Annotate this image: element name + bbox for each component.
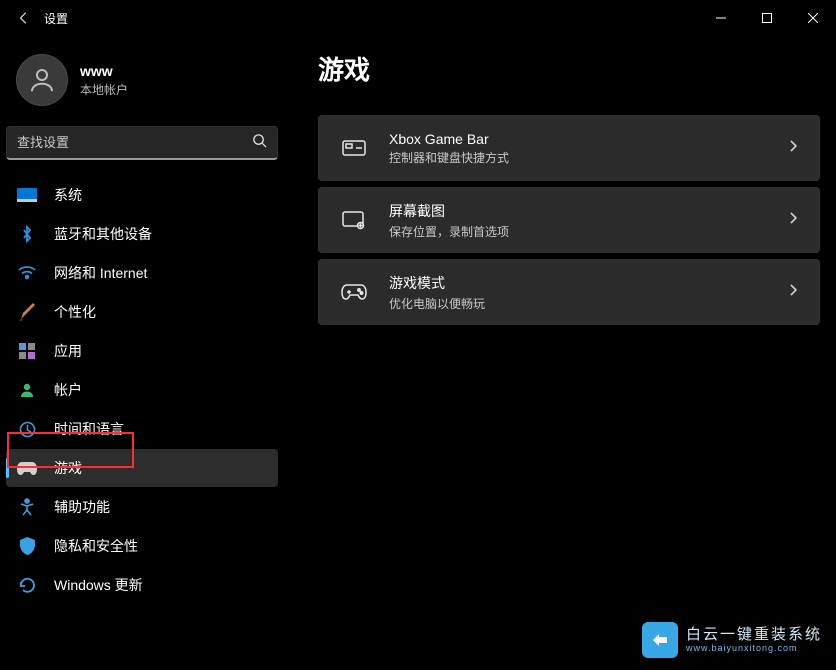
- chevron-right-icon: [789, 139, 797, 157]
- sidebar-item-windows-update[interactable]: Windows 更新: [6, 566, 278, 604]
- sidebar-item-label: 应用: [54, 341, 82, 361]
- card-xbox-game-bar[interactable]: Xbox Game Bar 控制器和键盘快捷方式: [318, 115, 820, 181]
- card-title: 游戏模式: [389, 273, 485, 293]
- sidebar-item-privacy[interactable]: 隐私和安全性: [6, 527, 278, 565]
- sidebar-item-gaming[interactable]: 游戏: [6, 449, 278, 487]
- sidebar-item-label: 蓝牙和其他设备: [54, 224, 152, 244]
- sidebar-item-personalization[interactable]: 个性化: [6, 293, 278, 331]
- sidebar-item-label: 时间和语言: [54, 419, 124, 439]
- account-type: 本地帐户: [80, 81, 128, 98]
- apps-icon: [16, 340, 38, 362]
- captures-icon: [341, 207, 367, 233]
- account-icon: [16, 379, 38, 401]
- card-subtitle: 保存位置，录制首选项: [389, 223, 509, 240]
- user-profile[interactable]: www 本地帐户: [6, 48, 284, 124]
- maximize-button[interactable]: [744, 3, 790, 33]
- chevron-right-icon: [789, 211, 797, 229]
- sidebar-item-label: 辅助功能: [54, 497, 110, 517]
- nav-list: 系统 蓝牙和其他设备 网络和 Internet 个性化: [6, 176, 284, 604]
- watermark-text-en: www.baiyunxitong.com: [686, 643, 822, 653]
- wifi-icon: [16, 262, 38, 284]
- window-controls: [698, 3, 836, 33]
- title-bar: 设置: [0, 0, 836, 36]
- sidebar-item-label: Windows 更新: [54, 575, 143, 595]
- avatar: [16, 54, 68, 106]
- accessibility-icon: [16, 496, 38, 518]
- bluetooth-icon: [16, 223, 38, 245]
- card-subtitle: 控制器和键盘快捷方式: [389, 149, 509, 166]
- sidebar-item-accessibility[interactable]: 辅助功能: [6, 488, 278, 526]
- sidebar-item-network[interactable]: 网络和 Internet: [6, 254, 278, 292]
- card-captures[interactable]: 屏幕截图 保存位置，录制首选项: [318, 187, 820, 253]
- time-language-icon: [16, 418, 38, 440]
- chevron-right-icon: [789, 283, 797, 301]
- sidebar-item-apps[interactable]: 应用: [6, 332, 278, 370]
- search-input[interactable]: [17, 135, 244, 150]
- watermark: 白云一键重装系统 www.baiyunxitong.com: [642, 622, 822, 658]
- page-title: 游戏: [318, 50, 820, 87]
- window-title: 设置: [44, 10, 68, 27]
- sidebar-item-time-language[interactable]: 时间和语言: [6, 410, 278, 448]
- watermark-logo-icon: [642, 622, 678, 658]
- personalization-icon: [16, 301, 38, 323]
- privacy-icon: [16, 535, 38, 557]
- close-button[interactable]: [790, 3, 836, 33]
- sidebar-item-label: 游戏: [54, 458, 82, 478]
- search-icon: [252, 133, 267, 153]
- game-mode-icon: [341, 279, 367, 305]
- sidebar-item-label: 隐私和安全性: [54, 536, 138, 556]
- back-button[interactable]: [10, 4, 38, 32]
- main-content: 游戏 Xbox Game Bar 控制器和键盘快捷方式 屏幕截图 保存位置，录制…: [290, 36, 836, 670]
- sidebar-item-label: 个性化: [54, 302, 96, 322]
- watermark-text-cn: 白云一键重装系统: [686, 626, 822, 643]
- sidebar-item-bluetooth[interactable]: 蓝牙和其他设备: [6, 215, 278, 253]
- card-title: Xbox Game Bar: [389, 131, 509, 147]
- sidebar-item-label: 帐户: [54, 380, 82, 400]
- sidebar-item-accounts[interactable]: 帐户: [6, 371, 278, 409]
- card-game-mode[interactable]: 游戏模式 优化电脑以便畅玩: [318, 259, 820, 325]
- gaming-icon: [16, 457, 38, 479]
- sidebar-item-label: 系统: [54, 185, 82, 205]
- search-box[interactable]: [6, 126, 278, 160]
- card-title: 屏幕截图: [389, 201, 509, 221]
- sidebar-item-label: 网络和 Internet: [54, 263, 147, 283]
- user-name: www: [80, 63, 128, 79]
- sidebar-item-system[interactable]: 系统: [6, 176, 278, 214]
- sidebar: www 本地帐户 系统 蓝牙和其他设备: [0, 36, 290, 670]
- windows-update-icon: [16, 574, 38, 596]
- minimize-button[interactable]: [698, 3, 744, 33]
- system-icon: [16, 184, 38, 206]
- xbox-game-bar-icon: [341, 135, 367, 161]
- card-subtitle: 优化电脑以便畅玩: [389, 295, 485, 312]
